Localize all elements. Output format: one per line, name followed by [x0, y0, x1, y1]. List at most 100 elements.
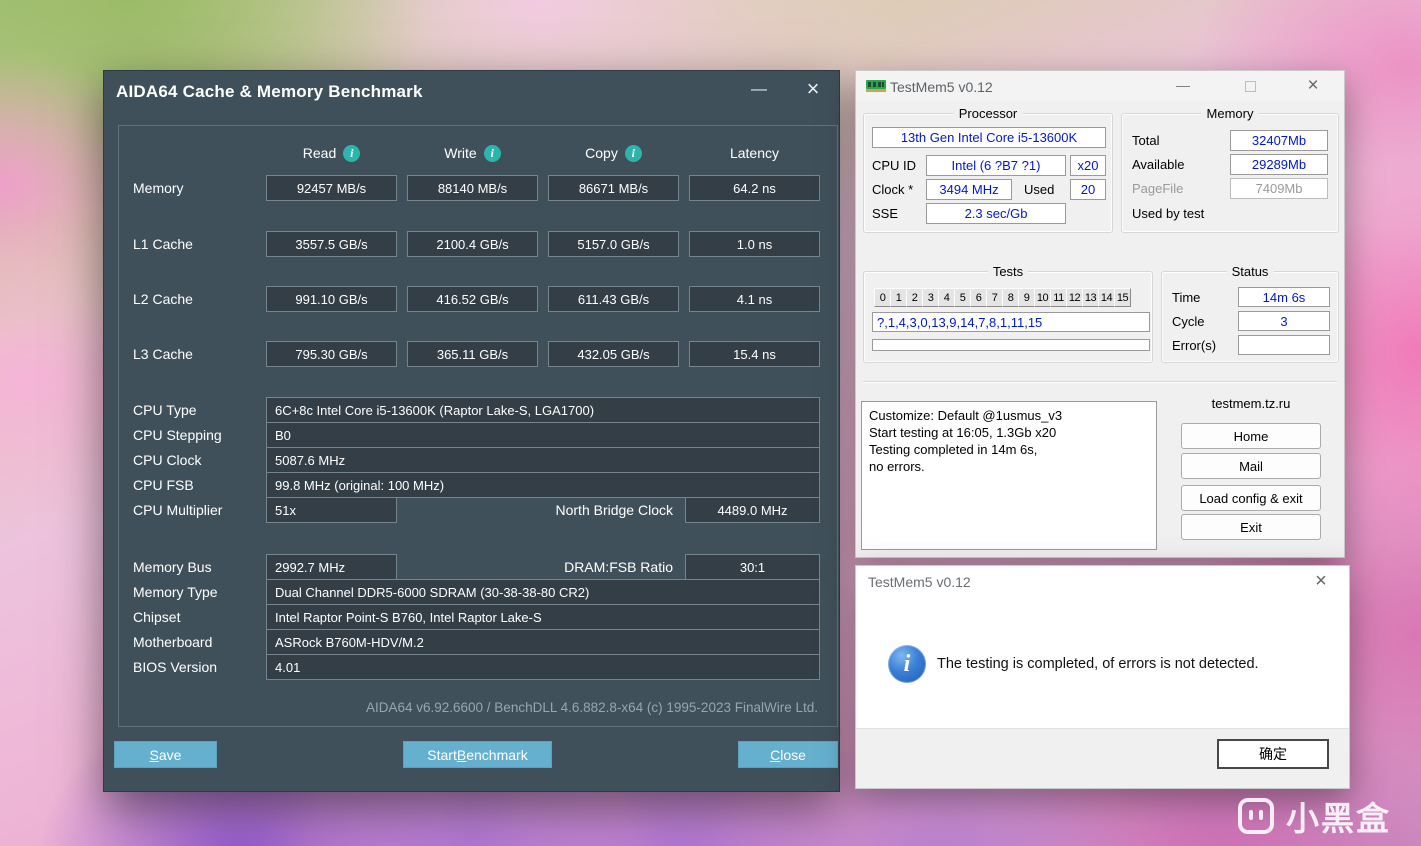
cpu-id-label: CPU ID: [872, 158, 917, 173]
column-header-write: Write i: [407, 144, 538, 162]
l1-read-value: 3557.5 GB/s: [266, 231, 397, 257]
tests-group-label: Tests: [987, 264, 1029, 279]
clock-field: 3494 MHz: [926, 179, 1012, 200]
button-accesskey: B: [456, 746, 467, 763]
column-label-read: Read: [302, 145, 337, 161]
load-config-exit-button[interactable]: Load config & exit: [1181, 485, 1321, 511]
close-icon[interactable]: ×: [1309, 570, 1333, 593]
test-cell: 3: [922, 288, 939, 307]
l3-latency-value: 15.4 ns: [689, 341, 820, 367]
close-button[interactable]: Close: [738, 741, 838, 768]
cpu-fsb-value: 99.8 MHz (original: 100 MHz): [266, 472, 820, 498]
cycle-field: 3: [1238, 311, 1330, 331]
cpu-id-field: Intel (6 ?B7 ?1): [926, 155, 1066, 176]
sse-field: 2.3 sec/Gb: [926, 203, 1066, 224]
log-line: Customize: Default @1usmus_v3: [869, 408, 1063, 423]
row-label: Chipset: [133, 609, 181, 625]
aida64-window-title: AIDA64 Cache & Memory Benchmark: [116, 82, 423, 101]
info-icon[interactable]: i: [624, 144, 642, 162]
site-label: testmem.tz.ru: [1211, 396, 1291, 411]
close-icon[interactable]: ×: [1302, 75, 1324, 97]
total-field: 32407Mb: [1230, 130, 1328, 151]
benchmark-panel: Read i Write i Copy i Latency Memory 924…: [118, 125, 838, 727]
test-cell: 0: [874, 288, 891, 307]
mail-button[interactable]: Mail: [1181, 453, 1321, 479]
testmem5-dialog: TestMem5 v0.12 × i The testing is comple…: [855, 565, 1350, 789]
column-header-read: Read i: [266, 144, 397, 162]
button-label: ave: [158, 746, 182, 763]
memory-copy-value: 86671 MB/s: [548, 175, 679, 201]
test-cell: 15: [1114, 288, 1131, 307]
test-cell: 10: [1034, 288, 1051, 307]
testmem5-titlebar: TestMem5 v0.12 — ×: [856, 71, 1344, 101]
row-label: Memory Bus: [133, 559, 212, 575]
row-label: BIOS Version: [133, 659, 218, 675]
minimize-icon[interactable]: —: [745, 77, 773, 105]
info-row-cpu-multiplier: CPU Multiplier 51x North Bridge Clock 44…: [119, 497, 820, 523]
version-footer: AIDA64 v6.92.6600 / BenchDLL 4.6.882.8-x…: [365, 700, 818, 715]
test-cell: 8: [1002, 288, 1019, 307]
row-label: CPU FSB: [133, 477, 194, 493]
info-icon[interactable]: i: [343, 144, 361, 162]
row-label: Memory Type: [133, 584, 218, 600]
l2-read-value: 991.10 GB/s: [266, 286, 397, 312]
test-cell: 12: [1066, 288, 1083, 307]
time-field: 14m 6s: [1238, 287, 1330, 307]
l2-copy-value: 611.43 GB/s: [548, 286, 679, 312]
cpu-id-mult-field: x20: [1070, 155, 1106, 176]
memory-latency-value: 64.2 ns: [689, 175, 820, 201]
l1-copy-value: 5157.0 GB/s: [548, 231, 679, 257]
info-row-cpu-type: CPU Type 6C+8c Intel Core i5-13600K (Rap…: [119, 397, 820, 423]
info-row-chipset: Chipset Intel Raptor Point-S B760, Intel…: [119, 604, 820, 630]
test-cell: 1: [890, 288, 907, 307]
clock-label: Clock *: [872, 182, 914, 197]
dialog-title: TestMem5 v0.12: [868, 574, 971, 590]
info-row-cpu-fsb: CPU FSB 99.8 MHz (original: 100 MHz): [119, 472, 820, 498]
log-line: no errors.: [869, 459, 925, 474]
start-benchmark-button[interactable]: Start Benchmark: [403, 741, 552, 768]
motherboard-value: ASRock B760M-HDV/M.2: [266, 629, 820, 655]
button-accesskey: S: [149, 746, 159, 763]
north-bridge-clock-label: North Bridge Clock: [555, 502, 674, 518]
row-label: CPU Clock: [133, 452, 202, 468]
dialog-button-strip: 确定: [856, 728, 1349, 788]
l3-write-value: 365.11 GB/s: [407, 341, 538, 367]
home-button[interactable]: Home: [1181, 423, 1321, 449]
errors-field: [1238, 335, 1330, 355]
memory-read-value: 92457 MB/s: [266, 175, 397, 201]
l1-latency-value: 1.0 ns: [689, 231, 820, 257]
l3-copy-value: 432.05 GB/s: [548, 341, 679, 367]
log-line: Testing completed in 14m 6s,: [869, 442, 1038, 457]
errors-label: Error(s): [1172, 338, 1217, 353]
test-cell: 4: [938, 288, 955, 307]
save-button[interactable]: Save: [114, 741, 217, 768]
bench-row-l1: L1 Cache 3557.5 GB/s 2100.4 GB/s 5157.0 …: [119, 231, 820, 257]
maximize-icon[interactable]: [1245, 81, 1256, 92]
minimize-icon[interactable]: —: [1172, 77, 1194, 93]
north-bridge-clock-value: 4489.0 MHz: [685, 497, 820, 523]
test-cell: 7: [986, 288, 1003, 307]
sse-label: SSE: [872, 206, 899, 221]
chipset-value: Intel Raptor Point-S B760, Intel Raptor …: [266, 604, 820, 630]
row-label: Memory: [133, 180, 184, 196]
ram-module-icon: [866, 79, 886, 96]
ok-button[interactable]: 确定: [1217, 739, 1329, 769]
exit-button[interactable]: Exit: [1181, 514, 1321, 540]
info-icon: i: [888, 645, 926, 683]
processor-group-label: Processor: [953, 106, 1023, 121]
test-cells: 0 1 2 3 4 5 6 7 8 9 10 11 12 13 14 15: [874, 288, 1131, 307]
test-sequence-field: ?,1,4,3,0,13,9,14,7,8,1,11,15: [872, 312, 1150, 332]
used-field: 20: [1070, 179, 1106, 200]
test-cell: 2: [906, 288, 923, 307]
dram-fsb-ratio-label: DRAM:FSB Ratio: [564, 559, 673, 575]
pagefile-field: 7409Mb: [1230, 178, 1328, 199]
column-label-write: Write: [444, 145, 477, 161]
column-header-latency: Latency: [689, 145, 820, 161]
info-icon[interactable]: i: [483, 144, 501, 162]
testmem5-window-title: TestMem5 v0.12: [890, 79, 993, 95]
cpu-clock-value: 5087.6 MHz: [266, 447, 820, 473]
close-icon[interactable]: ×: [799, 75, 827, 103]
logo-eye: [1249, 810, 1253, 820]
log-line: Start testing at 16:05, 1.3Gb x20: [869, 425, 1057, 440]
watermark: 小黑盒: [1238, 792, 1391, 840]
